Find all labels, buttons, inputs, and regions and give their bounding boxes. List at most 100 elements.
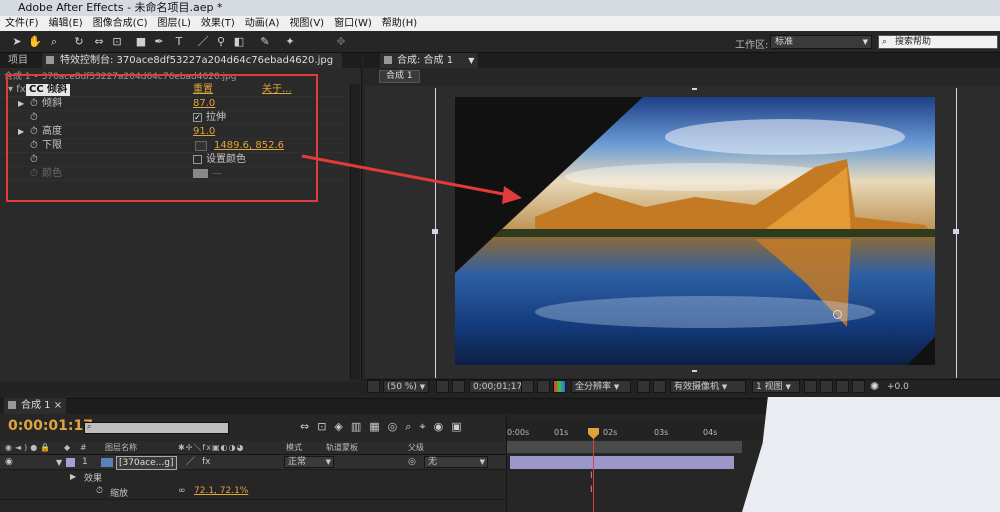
show-snapshot-icon[interactable] [537, 380, 550, 393]
search-icon: ⌕ [882, 37, 888, 47]
ruler-tick: 03s [654, 428, 669, 437]
layer-name[interactable]: [370ace...g] [116, 456, 177, 470]
current-time-display[interactable]: 0;00;01;17 [469, 380, 527, 393]
menu-bar: 文件(F) 编辑(E) 图像合成(C) 图层(L) 效果(T) 动画(A) 视图… [0, 16, 1000, 31]
boundary-handle[interactable] [432, 229, 438, 234]
comp-canvas[interactable] [455, 97, 935, 365]
region-of-interest-icon[interactable] [637, 380, 650, 393]
pan-behind-tool-icon[interactable]: ⊡ [110, 35, 124, 49]
keyframe-marker[interactable]: I [590, 485, 593, 495]
stopwatch-icon[interactable]: ⏱ [96, 486, 103, 496]
tab-project[interactable]: 项目 [4, 53, 32, 68]
chevron-down-icon: ▼ [785, 383, 791, 391]
layer-header-row: ◉◄)●🔒 ◆ # 图层名称 ✱✢＼fx▣◐◑◕ 模式 轨道蒙板 父级 [0, 441, 506, 455]
zoom-select[interactable]: (50 %) ▼ [383, 380, 430, 393]
close-icon[interactable]: × [54, 400, 62, 411]
menu-view[interactable]: 视图(V) [284, 16, 329, 31]
effect-controls-scrollbar[interactable] [350, 84, 360, 380]
camera-tool-icon[interactable]: ⇔ [92, 35, 106, 49]
label-color-swatch[interactable] [66, 458, 75, 467]
constrain-proportions-icon[interactable]: ∞ [178, 486, 186, 496]
menu-help[interactable]: 帮助(H) [377, 16, 422, 31]
snapshot-camera-icon[interactable] [521, 380, 534, 393]
flowchart-icon[interactable] [852, 380, 865, 393]
comp-breadcrumb[interactable]: 合成 1 [379, 70, 420, 83]
zoom-value: (50 %) [387, 382, 417, 392]
views-select[interactable]: 1 视图 ▼ [752, 380, 800, 393]
menu-window[interactable]: 窗口(W) [329, 16, 377, 31]
boundary-handle[interactable] [692, 88, 697, 90]
search-help-input[interactable]: ⌕ 搜索帮助 [878, 35, 998, 49]
av-switches-icon: ◉◄)●🔒 [5, 443, 54, 452]
header-layer-name[interactable]: 图层名称 [105, 441, 137, 455]
puppet-tool-icon[interactable]: ✦ [283, 35, 297, 49]
menu-edit[interactable]: 编辑(E) [44, 16, 88, 31]
layer-duration-bar[interactable] [510, 456, 734, 469]
workspace-select[interactable]: 标准 ▼ [770, 35, 872, 49]
boundary-handle[interactable] [692, 370, 697, 372]
roto-brush-tool-icon[interactable]: ✎ [258, 35, 272, 49]
type-tool-icon[interactable]: T [172, 35, 186, 49]
brush-tool-icon[interactable]: ／ [196, 35, 210, 49]
safe-zones-icon[interactable] [436, 380, 449, 393]
menu-file[interactable]: 文件(F) [0, 16, 44, 31]
menu-animation[interactable]: 动画(A) [240, 16, 285, 31]
layer-index: 1 [82, 457, 88, 467]
channel-rgb-icon[interactable] [553, 380, 566, 393]
effects-group-label[interactable]: 效果 [84, 471, 102, 484]
eye-icon[interactable]: ◉ [5, 455, 13, 470]
timeline-switches-toolbar[interactable]: ⇔⊡◈▥▦◎⌕⌖◉▣ [300, 420, 470, 434]
camera-select[interactable]: 有效摄像机 ▼ [670, 380, 746, 393]
workspace-label: 工作区: [735, 40, 769, 51]
menu-layer[interactable]: 图层(L) [152, 16, 195, 31]
transparency-grid-icon[interactable] [653, 380, 666, 393]
lock-icon [384, 56, 392, 64]
camera-value: 有效摄像机 [674, 382, 720, 392]
chevron-down-icon: ▼ [479, 458, 485, 466]
tab-composition[interactable]: 合成: 合成 1 ▼ [380, 53, 479, 68]
timeline-search-input[interactable]: ⌕ [84, 422, 229, 434]
resolution-select[interactable]: 全分辨率 ▼ [571, 380, 631, 393]
exposure-icon[interactable]: ✺ [870, 380, 879, 393]
timeline-toggle-icon[interactable] [836, 380, 849, 393]
mask-visibility-icon[interactable] [452, 380, 465, 393]
hand-tool-icon[interactable]: ✋ [28, 35, 42, 49]
ruler-tick: 04s [703, 428, 718, 437]
views-value: 1 视图 [756, 382, 783, 392]
rotate-tool-icon[interactable]: ↻ [72, 35, 86, 49]
expand-triangle-icon[interactable]: ▼ [56, 455, 62, 470]
header-trkmat: 轨道蒙板 [326, 443, 358, 452]
timeline-current-time[interactable]: 0:00:01:17 [8, 418, 93, 434]
parent-select[interactable]: 无 ▼ [424, 456, 488, 468]
toggle-pixel-icon[interactable] [804, 380, 817, 393]
work-area-bar[interactable] [506, 441, 742, 453]
expand-triangle-icon[interactable]: ▶ [70, 472, 76, 481]
blend-mode-select[interactable]: 正常 ▼ [284, 456, 334, 468]
boundary-handle[interactable] [953, 229, 959, 234]
clone-stamp-tool-icon[interactable]: ⚲ [214, 35, 228, 49]
zoom-tool-icon[interactable]: ⌕ [47, 35, 61, 49]
fx-switch-icon[interactable]: fx [202, 455, 211, 470]
exposure-value[interactable]: +0.0 [887, 382, 909, 392]
pen-tool-icon[interactable]: ✒ [152, 35, 166, 49]
panel-divider [506, 414, 507, 512]
tab-timeline-comp1[interactable]: 合成 1 × [4, 398, 67, 414]
blend-mode-value: 正常 [288, 457, 307, 467]
fast-preview-icon[interactable] [820, 380, 833, 393]
lock-icon [8, 401, 16, 409]
magnification-icon[interactable] [367, 380, 380, 393]
anchor-point-crosshair-icon[interactable] [833, 310, 842, 319]
scale-value[interactable]: 72.1, 72.1% [194, 486, 248, 496]
menu-effect[interactable]: 效果(T) [196, 16, 240, 31]
menu-composition[interactable]: 图像合成(C) [88, 16, 153, 31]
chevron-down-icon[interactable]: ▼ [468, 56, 474, 65]
tab-effect-controls[interactable]: 特效控制台: 370ace8df53227a204d64c76ebad4620.… [42, 53, 342, 68]
keyframe-marker[interactable]: I [590, 471, 593, 481]
header-mode: 模式 [286, 443, 302, 452]
eraser-tool-icon[interactable]: ◧ [232, 35, 246, 49]
pick-whip-icon[interactable]: ◎ [408, 455, 416, 470]
layer-row[interactable]: ◉ ▼ 1 [370ace...g] ／ fx 正常 ▼ ◎ 无 ▼ [0, 455, 506, 470]
quality-icon[interactable]: ／ [186, 455, 195, 470]
selection-tool-icon[interactable]: ➤ [10, 35, 24, 49]
rectangle-tool-icon[interactable]: ■ [134, 35, 148, 49]
